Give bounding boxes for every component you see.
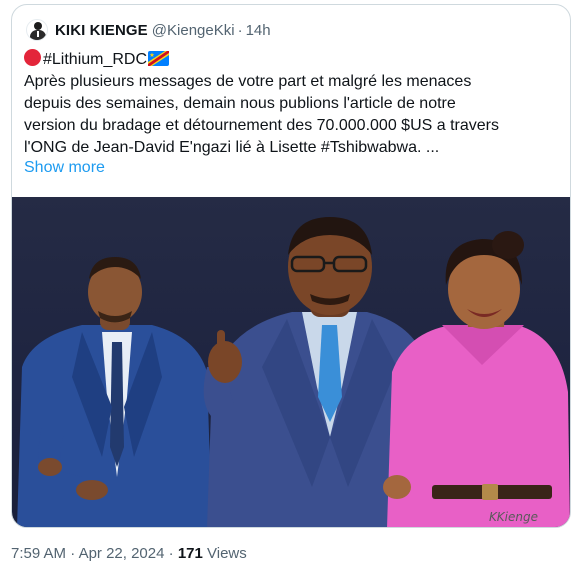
show-more-link[interactable]: Show more bbox=[24, 159, 105, 177]
text-line-3: depuis des semaines, demain nous publion… bbox=[24, 95, 456, 112]
post-date[interactable]: Apr 22, 2024 bbox=[79, 545, 165, 562]
tweet-meta: 7:59 AM · Apr 22, 2024 · 171 Views bbox=[11, 545, 247, 562]
separator-dot: · bbox=[168, 545, 174, 562]
text-line-5: l'ONG de Jean-David E'ngazi lié à Lisett… bbox=[24, 139, 440, 156]
avatar[interactable] bbox=[26, 19, 48, 41]
tweet-text: #Lithium_RDC Après plusieurs messages de… bbox=[24, 49, 560, 159]
hashtag-lithium[interactable]: #Lithium_RDC bbox=[43, 51, 147, 68]
quoted-tweet-header: KIKI KIENGE @KiengeKki · 14h bbox=[26, 19, 271, 41]
red-circle-icon bbox=[24, 49, 41, 66]
quoted-tweet-card[interactable]: KIKI KIENGE @KiengeKki · 14h #Lithium_RD… bbox=[11, 4, 571, 528]
post-time[interactable]: 7:59 AM bbox=[11, 545, 66, 562]
author-handle[interactable]: @KiengeKki bbox=[152, 22, 235, 39]
text-line-2: Après plusieurs messages de votre part e… bbox=[24, 73, 472, 90]
photo-illustration bbox=[17, 217, 570, 527]
views-count: 171 bbox=[177, 545, 203, 562]
tweet-photo[interactable]: KKienge bbox=[12, 197, 570, 527]
views-label: Views bbox=[207, 545, 247, 562]
timestamp-relative[interactable]: 14h bbox=[246, 22, 271, 39]
person-right bbox=[383, 231, 570, 527]
separator-dot: · bbox=[237, 21, 243, 39]
drc-flag-icon bbox=[148, 51, 170, 66]
separator-dot: · bbox=[70, 545, 76, 562]
person-left bbox=[17, 257, 212, 527]
text-line-4: version du bradage et détournement des 7… bbox=[24, 117, 499, 134]
text-line-1: #Lithium_RDC bbox=[24, 49, 560, 71]
author-name[interactable]: KIKI KIENGE bbox=[55, 22, 148, 39]
photo-watermark: KKienge bbox=[488, 510, 538, 524]
